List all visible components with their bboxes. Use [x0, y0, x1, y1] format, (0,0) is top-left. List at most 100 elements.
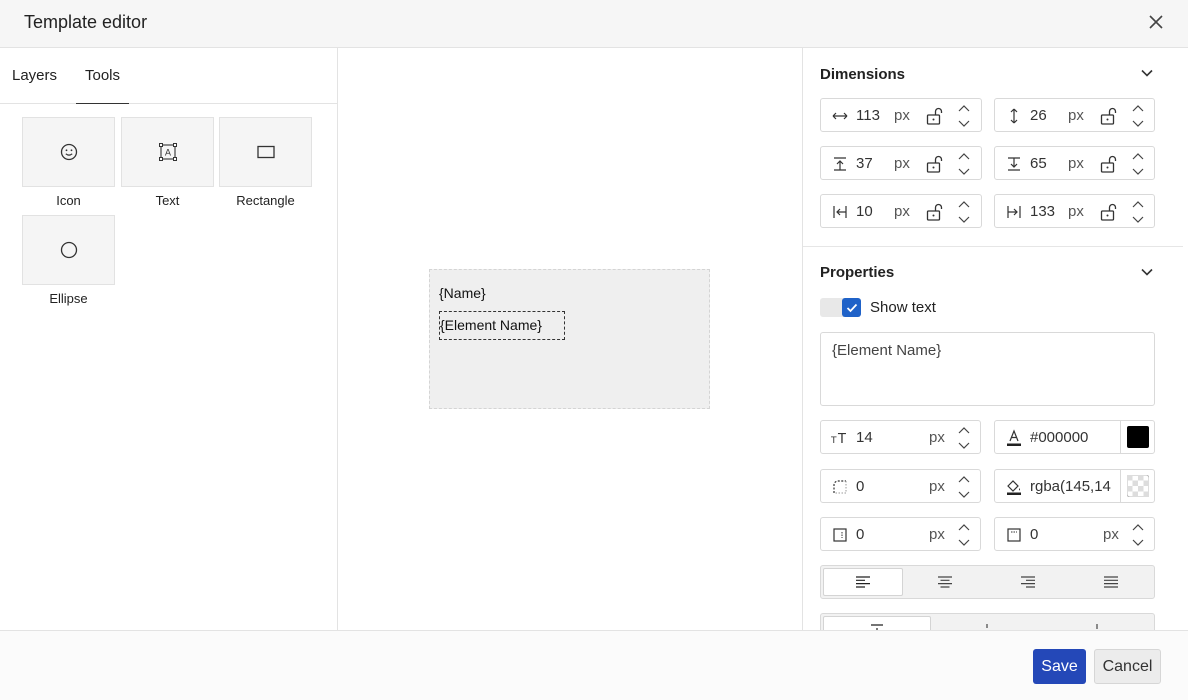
- padding-icon: [833, 528, 847, 542]
- height-value[interactable]: 26: [1030, 107, 1047, 124]
- background-color-value[interactable]: rgba(145,14: [1030, 478, 1111, 495]
- right-offset-field[interactable]: 133 px: [994, 194, 1155, 228]
- font-size-value[interactable]: 14: [856, 429, 873, 446]
- right-value[interactable]: 133: [1030, 203, 1055, 220]
- left-value[interactable]: 10: [856, 203, 873, 220]
- tool-label: Ellipse: [49, 291, 88, 306]
- dialog-header: Template editor: [0, 0, 1188, 48]
- align-bottom-button[interactable]: [1043, 616, 1151, 630]
- unit-label: px: [894, 107, 910, 124]
- template-card[interactable]: {Name} {Element Name}: [429, 269, 710, 409]
- padding-field-a[interactable]: 0 px: [820, 517, 981, 551]
- tool-ellipse[interactable]: Ellipse: [22, 215, 115, 306]
- dialog-title: Template editor: [24, 12, 148, 32]
- width-field[interactable]: 113 px: [820, 98, 982, 132]
- tool-label: Text: [155, 193, 180, 208]
- tool-icon-tile[interactable]: [22, 117, 115, 187]
- stepper-icon[interactable]: [957, 102, 971, 130]
- font-size-icon: TT: [831, 432, 846, 445]
- unit-label: px: [1103, 526, 1119, 543]
- stepper-icon[interactable]: [957, 150, 971, 178]
- align-right-button[interactable]: [988, 568, 1068, 596]
- border-radius-value[interactable]: 0: [856, 478, 864, 495]
- background-color-swatch[interactable]: [1120, 470, 1154, 502]
- align-left-edge-icon: [833, 206, 847, 218]
- section-divider: [803, 246, 1183, 247]
- stepper-icon[interactable]: [957, 521, 971, 549]
- text-color-value[interactable]: #000000: [1030, 429, 1088, 446]
- text-align-center-icon: [938, 576, 952, 588]
- top-value[interactable]: 37: [856, 155, 873, 172]
- properties-title: Properties: [820, 264, 895, 281]
- stepper-icon[interactable]: [1131, 150, 1145, 178]
- stepper-icon[interactable]: [957, 198, 971, 226]
- padding-b-value[interactable]: 0: [1030, 526, 1038, 543]
- unlock-icon[interactable]: [1099, 106, 1117, 126]
- bottom-value[interactable]: 65: [1030, 155, 1047, 172]
- tab-tools[interactable]: Tools: [75, 67, 130, 104]
- save-button[interactable]: Save: [1033, 649, 1086, 684]
- tool-rectangle[interactable]: Rectangle: [219, 117, 312, 208]
- align-top-icon: [834, 157, 846, 171]
- stepper-icon[interactable]: [1131, 198, 1145, 226]
- font-size-field[interactable]: TT 14 px: [820, 420, 981, 454]
- tool-rectangle-tile[interactable]: [219, 117, 312, 187]
- stepper-icon[interactable]: [957, 473, 971, 501]
- vertical-align-middle-icon: [986, 624, 988, 628]
- chevron-down-icon[interactable]: [1139, 65, 1155, 81]
- smiley-icon: [60, 143, 77, 161]
- checkmark-icon: [846, 303, 857, 312]
- unlock-icon[interactable]: [1099, 154, 1117, 174]
- text-color-swatch[interactable]: [1120, 421, 1154, 453]
- left-offset-field[interactable]: 10 px: [820, 194, 982, 228]
- unit-label: px: [929, 429, 945, 446]
- show-text-toggle[interactable]: [820, 298, 861, 317]
- background-color-field[interactable]: rgba(145,14: [994, 469, 1155, 503]
- align-middle-button[interactable]: [933, 616, 1041, 630]
- border-radius-field[interactable]: 0 px: [820, 469, 981, 503]
- panel-tabs: Layers Tools: [0, 48, 337, 104]
- align-top-button[interactable]: [823, 616, 931, 630]
- dimensions-title: Dimensions: [820, 66, 906, 83]
- stepper-icon[interactable]: [957, 424, 971, 452]
- bottom-offset-field[interactable]: 65 px: [994, 146, 1155, 180]
- left-panel: Layers Tools Icon A Text Rectangle Ellip…: [0, 48, 338, 630]
- width-value[interactable]: 113: [856, 107, 880, 124]
- tool-ellipse-tile[interactable]: [22, 215, 115, 285]
- stepper-icon[interactable]: [1131, 102, 1145, 130]
- unit-label: px: [894, 155, 910, 172]
- element-text-input[interactable]: {Element Name}: [820, 332, 1155, 406]
- unit-label: px: [1068, 203, 1084, 220]
- align-right-edge-icon: [1007, 206, 1021, 218]
- tool-text-tile[interactable]: A: [121, 117, 214, 187]
- tool-icon[interactable]: Icon: [22, 117, 115, 208]
- design-canvas[interactable]: {Name} {Element Name}: [338, 48, 802, 630]
- rectangle-icon: [256, 145, 275, 159]
- unit-label: px: [1068, 155, 1084, 172]
- unlock-icon[interactable]: [925, 106, 943, 126]
- element-name-text-element[interactable]: {Element Name}: [439, 311, 565, 340]
- align-left-button[interactable]: [823, 568, 903, 596]
- padding-a-value[interactable]: 0: [856, 526, 864, 543]
- height-field[interactable]: 26 px: [994, 98, 1155, 132]
- padding-field-b[interactable]: 0 px: [994, 517, 1155, 551]
- close-button[interactable]: [1144, 10, 1168, 34]
- tool-text[interactable]: A Text: [121, 117, 214, 208]
- unlock-icon[interactable]: [1099, 202, 1117, 222]
- text-color-field[interactable]: #000000: [994, 420, 1155, 454]
- align-justify-button[interactable]: [1071, 568, 1151, 596]
- right-panel: Dimensions 113 px 26 px 37 px 65 px 10 p…: [802, 48, 1188, 630]
- name-text-element[interactable]: {Name}: [439, 285, 486, 301]
- cancel-button[interactable]: Cancel: [1094, 649, 1161, 684]
- tool-label: Icon: [56, 193, 81, 208]
- unit-label: px: [929, 526, 945, 543]
- unlock-icon[interactable]: [925, 154, 943, 174]
- top-offset-field[interactable]: 37 px: [820, 146, 982, 180]
- unlock-icon[interactable]: [925, 202, 943, 222]
- border-radius-icon: [833, 480, 847, 494]
- fill-bucket-icon: [1007, 480, 1021, 495]
- tab-layers[interactable]: Layers: [12, 67, 57, 84]
- chevron-down-icon[interactable]: [1139, 264, 1155, 280]
- stepper-icon[interactable]: [1131, 521, 1145, 549]
- align-center-button[interactable]: [905, 568, 985, 596]
